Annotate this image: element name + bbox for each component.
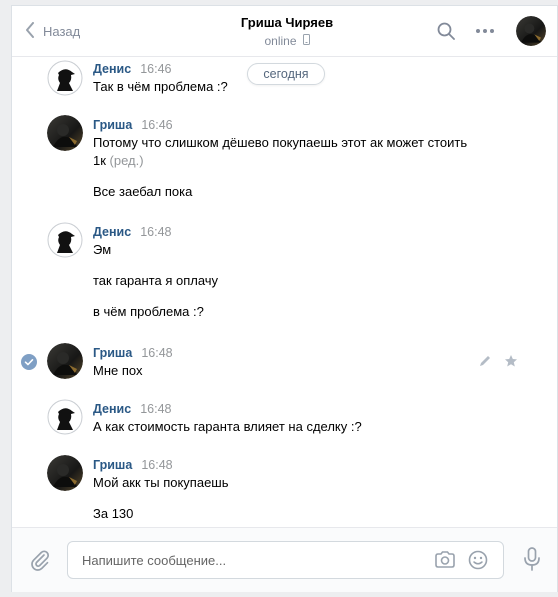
message-text: А как стоимость гаранта влияет на сделку… xyxy=(93,419,362,434)
message-text: так гаранта я оплачу xyxy=(93,273,219,288)
message-text: Все заебал пока xyxy=(93,184,193,199)
avatar[interactable] xyxy=(47,115,83,151)
message-text: Эм xyxy=(93,242,112,257)
chevron-left-icon xyxy=(25,22,35,41)
message-header: Гриша 16:48 xyxy=(93,458,173,472)
message-time[interactable]: 16:46 xyxy=(140,62,171,76)
contact-status: online xyxy=(192,34,382,48)
avatar[interactable] xyxy=(47,399,83,435)
avatar[interactable] xyxy=(47,60,83,96)
more-dots-icon[interactable] xyxy=(475,22,495,43)
message-time[interactable]: 16:48 xyxy=(141,346,172,360)
message-text-continued: 1к (ред.) xyxy=(93,152,493,170)
message-text: Мой акк ты покупаешь xyxy=(93,475,229,490)
message-header: Гриша 16:48 xyxy=(93,346,173,360)
message-header: Гриша 16:46 xyxy=(93,118,173,132)
status-text: online xyxy=(264,34,297,48)
star-icon[interactable] xyxy=(504,354,518,371)
message-composer: Напишите сообщение... xyxy=(12,527,557,592)
message-text: в чём проблема :? xyxy=(93,304,204,319)
author-name[interactable]: Денис xyxy=(93,402,131,416)
contact-avatar[interactable] xyxy=(516,16,546,46)
message-text: Мне пох xyxy=(93,363,143,378)
camera-icon[interactable] xyxy=(434,550,456,573)
mobile-phone-icon xyxy=(302,34,310,48)
message-input-placeholder[interactable]: Напишите сообщение... xyxy=(82,553,226,568)
author-name[interactable]: Денис xyxy=(93,225,131,239)
chat-header: Назад Гриша Чиряев online xyxy=(12,6,557,57)
message-time[interactable]: 16:48 xyxy=(140,225,171,239)
author-name[interactable]: Гриша xyxy=(93,118,132,132)
author-name[interactable]: Гриша xyxy=(93,458,132,472)
message-text: За 130 xyxy=(93,506,134,521)
smile-icon[interactable] xyxy=(468,550,488,573)
avatar[interactable] xyxy=(47,455,83,491)
check-circle-icon[interactable] xyxy=(21,354,37,373)
message-time[interactable]: 16:46 xyxy=(141,118,172,132)
microphone-icon[interactable] xyxy=(523,547,541,574)
message-header: Денис 16:46 xyxy=(93,62,171,76)
message-header: Денис 16:48 xyxy=(93,225,171,239)
back-button[interactable]: Назад xyxy=(25,22,80,41)
message-text-part: 1к xyxy=(93,153,106,168)
back-label: Назад xyxy=(43,24,81,39)
chat-window: Назад Гриша Чиряев online Денис 16:46 Та… xyxy=(11,5,558,592)
message-text: Потому что слишком дёшево покупаешь этот… xyxy=(93,135,468,150)
author-name[interactable]: Денис xyxy=(93,62,131,76)
message-time[interactable]: 16:48 xyxy=(141,458,172,472)
message-history[interactable]: Денис 16:46 Так в чём проблема :? сегодня… xyxy=(12,57,557,527)
message-time[interactable]: 16:48 xyxy=(140,402,171,416)
avatar[interactable] xyxy=(47,222,83,258)
contact-name[interactable]: Гриша Чиряев xyxy=(192,15,382,30)
message-header: Денис 16:48 xyxy=(93,402,171,416)
edited-mark[interactable]: (ред.) xyxy=(110,153,144,168)
author-name[interactable]: Гриша xyxy=(93,346,132,360)
contact-info[interactable]: Гриша Чиряев online xyxy=(192,15,382,48)
paperclip-icon[interactable] xyxy=(29,549,51,574)
message-input[interactable]: Напишите сообщение... xyxy=(67,541,504,579)
date-divider: сегодня xyxy=(247,63,325,85)
avatar[interactable] xyxy=(47,343,83,379)
search-icon[interactable] xyxy=(437,22,455,43)
